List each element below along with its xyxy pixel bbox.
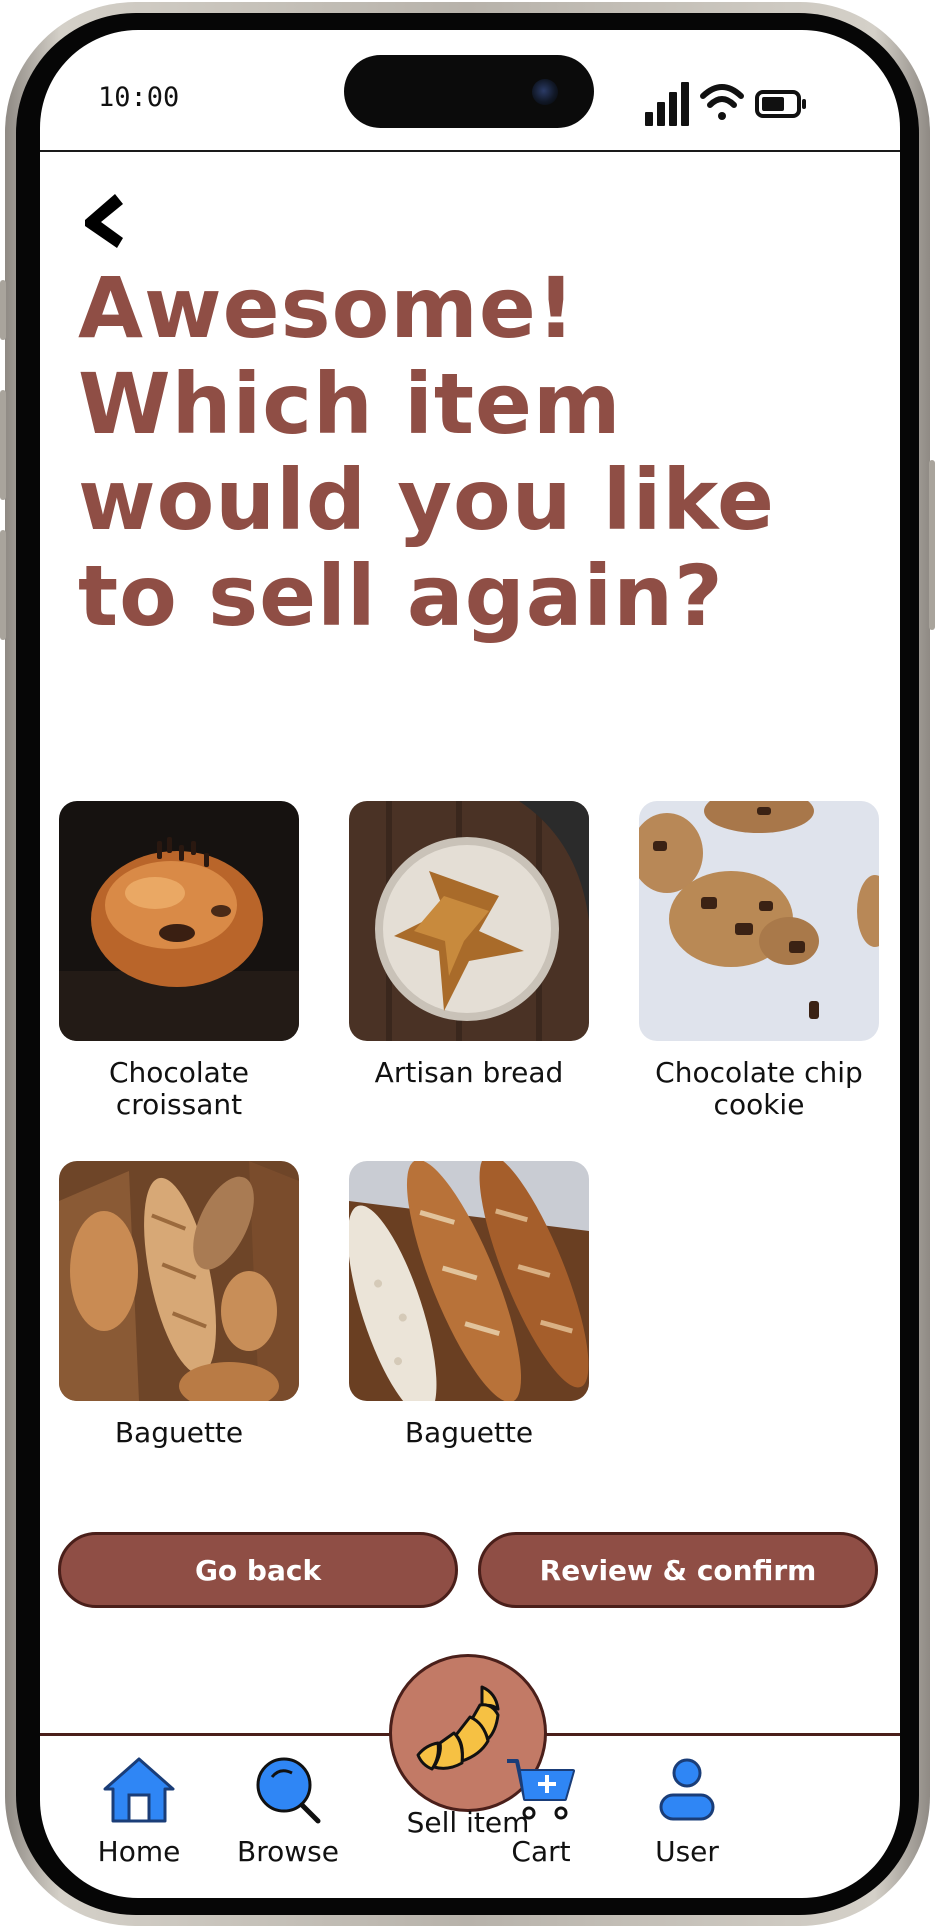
item-label: Chocolate croissant <box>108 1056 250 1121</box>
nav-label: Cart <box>511 1835 571 1868</box>
chocolate-croissant-photo <box>59 801 299 1041</box>
cart-add-icon <box>507 1759 575 1820</box>
phone-side-button <box>0 530 6 640</box>
nav-label: Browse <box>237 1835 339 1868</box>
screen: 10:00 Awesome! Which item would you like… <box>40 30 900 1898</box>
cellular-signal-icon <box>645 82 689 126</box>
dynamic-island <box>344 55 594 128</box>
camera-icon <box>532 79 558 105</box>
item-label: Baguette <box>114 1416 244 1449</box>
page-title: Awesome! Which item would you like to se… <box>78 259 775 645</box>
nav-browse[interactable]: Browse <box>223 1755 353 1868</box>
review-confirm-button[interactable]: Review & confirm <box>478 1532 878 1608</box>
chocolate-chip-cookie-photo <box>639 801 879 1041</box>
item-label: Chocolate chip cookie <box>655 1056 863 1121</box>
phone-side-button <box>0 390 6 500</box>
status-divider <box>40 150 900 152</box>
nav-label: Home <box>97 1835 181 1868</box>
baguettes-in-bag-photo <box>59 1161 299 1401</box>
item-label: Baguette <box>404 1416 534 1449</box>
baguettes-on-board-photo <box>349 1161 589 1401</box>
phone-side-button <box>929 460 935 630</box>
search-icon <box>256 1757 321 1824</box>
battery-icon <box>755 90 806 118</box>
phone-side-button <box>0 280 6 340</box>
nav-label: User <box>655 1835 719 1868</box>
nav-cart[interactable]: Cart <box>476 1755 606 1868</box>
artisan-bread-photo <box>349 801 589 1041</box>
item-tile[interactable]: Chocolate croissant <box>59 801 299 1121</box>
item-tile[interactable]: Chocolate chip cookie <box>639 801 879 1121</box>
back-button[interactable] <box>79 188 139 258</box>
status-time: 10:00 <box>98 82 180 113</box>
item-label: Artisan bread <box>374 1056 564 1089</box>
go-back-button[interactable]: Go back <box>58 1532 458 1608</box>
nav-home[interactable]: Home <box>74 1755 204 1868</box>
status-icons <box>645 80 835 134</box>
user-icon <box>659 1758 715 1821</box>
wifi-icon <box>700 84 744 120</box>
nav-user[interactable]: User <box>622 1755 752 1868</box>
chevron-left-icon <box>85 194 123 248</box>
item-tile[interactable]: Baguette <box>349 1161 589 1449</box>
item-tile[interactable]: Artisan bread <box>349 801 589 1089</box>
item-tile[interactable]: Baguette <box>59 1161 299 1449</box>
home-icon <box>103 1757 175 1823</box>
